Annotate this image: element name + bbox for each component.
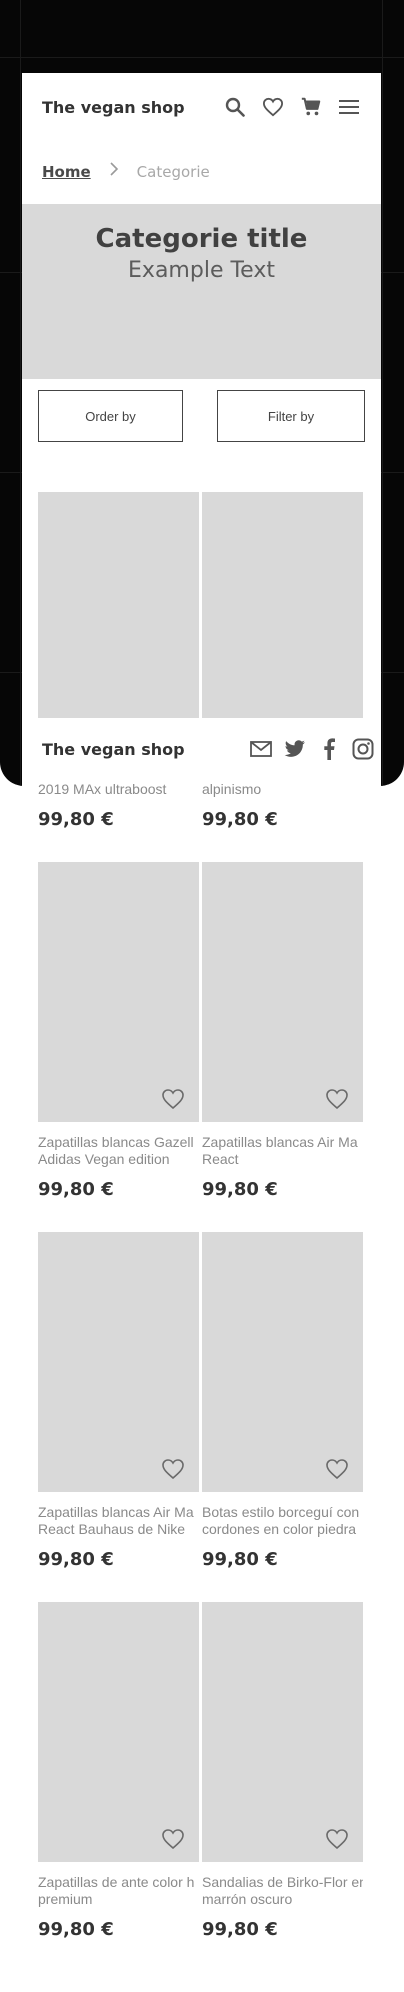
product-name[interactable]: Botas estilo borceguí con cordones en col… — [202, 1504, 363, 1538]
product-name-line1: Zapatillas blancas Gazell — [38, 1134, 194, 1150]
product-name-line1: Zapatillas blancas Air Ma — [202, 1134, 358, 1150]
instagram-icon[interactable] — [351, 737, 375, 761]
product-image[interactable] — [202, 1232, 363, 1492]
top-navigation: The vegan shop — [22, 73, 381, 141]
heart-icon[interactable] — [261, 95, 285, 119]
product-name-line2: marrón oscuro — [202, 1891, 293, 1907]
favorite-heart-icon[interactable] — [325, 1088, 349, 1110]
product-name-line2: Adidas Vegan edition — [38, 1151, 170, 1167]
product-name-line2: 2019 MAx ultraboost — [38, 781, 167, 797]
product-image[interactable] — [202, 862, 363, 1122]
breadcrumb: Home Categorie — [42, 161, 210, 182]
product-price: 99,80 € — [38, 1919, 114, 1940]
product-name[interactable]: Sandalias de Birko-Flor en marrón oscuro — [202, 1874, 363, 1908]
favorite-heart-icon[interactable] — [161, 1088, 185, 1110]
facebook-icon[interactable] — [317, 737, 341, 761]
product-image[interactable] — [202, 492, 363, 752]
category-title: Categorie title — [95, 224, 308, 254]
breadcrumb-home-link[interactable]: Home — [42, 163, 91, 181]
product-name-line2: alpinismo — [202, 781, 262, 797]
product-name-line2: premium — [38, 1891, 93, 1907]
product-name-line1: Botas estilo borceguí con — [202, 1504, 360, 1520]
chevron-right-icon — [109, 161, 119, 182]
favorite-heart-icon[interactable] — [161, 1828, 185, 1850]
cart-icon[interactable] — [299, 95, 323, 119]
product-name-line2: React — [202, 1151, 239, 1167]
product-image[interactable] — [38, 1232, 199, 1492]
product-price: 99,80 € — [38, 1179, 114, 1200]
product-name[interactable]: Zapatillas blancas Air Ma React — [202, 1134, 363, 1168]
footer-brand[interactable]: The vegan shop — [42, 740, 185, 759]
twitter-icon[interactable] — [283, 737, 307, 761]
sticky-footer: The vegan shop — [22, 718, 381, 780]
brand-logo[interactable]: The vegan shop — [42, 98, 185, 117]
order-by-button[interactable]: Order by — [38, 390, 183, 442]
product-image[interactable] — [38, 862, 199, 1122]
product-name-line1: Sandalias de Birko-Flor en — [202, 1874, 363, 1890]
social-links — [249, 737, 375, 761]
breadcrumb-current: Categorie — [136, 162, 210, 181]
favorite-heart-icon[interactable] — [325, 1828, 349, 1850]
product-name[interactable]: Zapatillas blancas Gazell Adidas Vegan ed… — [38, 1134, 199, 1168]
product-image[interactable] — [38, 492, 199, 752]
menu-icon[interactable] — [337, 95, 361, 119]
search-icon[interactable] — [223, 95, 247, 119]
product-price: 99,80 € — [38, 809, 114, 830]
product-name-line2: React Bauhaus de Nike — [38, 1521, 186, 1537]
product-name[interactable]: Zapatillas blancas Air Ma React Bauhaus d… — [38, 1504, 199, 1538]
product-name-line2: cordones en color piedra — [202, 1521, 357, 1537]
filter-by-button[interactable]: Filter by — [217, 390, 365, 442]
product-price: 99,80 € — [202, 1179, 278, 1200]
product-price: 99,80 € — [202, 1919, 278, 1940]
favorite-heart-icon[interactable] — [325, 1458, 349, 1480]
product-image[interactable] — [202, 1602, 363, 1862]
product-price: 99,80 € — [202, 1549, 278, 1570]
product-price: 99,80 € — [38, 1549, 114, 1570]
phone-screen: The vegan shop Home Categorie Categorie … — [22, 73, 381, 1992]
product-name-line1: Zapatillas blancas Air Ma — [38, 1504, 194, 1520]
category-subtitle: Example Text — [128, 258, 275, 283]
header-icons — [223, 95, 361, 119]
mail-icon[interactable] — [249, 737, 273, 761]
product-price: 99,80 € — [202, 809, 278, 830]
favorite-heart-icon[interactable] — [161, 1458, 185, 1480]
product-name-line1: Zapatillas de ante color h — [38, 1874, 195, 1890]
product-image[interactable] — [38, 1602, 199, 1862]
product-name[interactable]: Zapatillas de ante color h premium — [38, 1874, 199, 1908]
category-hero: Categorie title Example Text — [22, 204, 381, 379]
